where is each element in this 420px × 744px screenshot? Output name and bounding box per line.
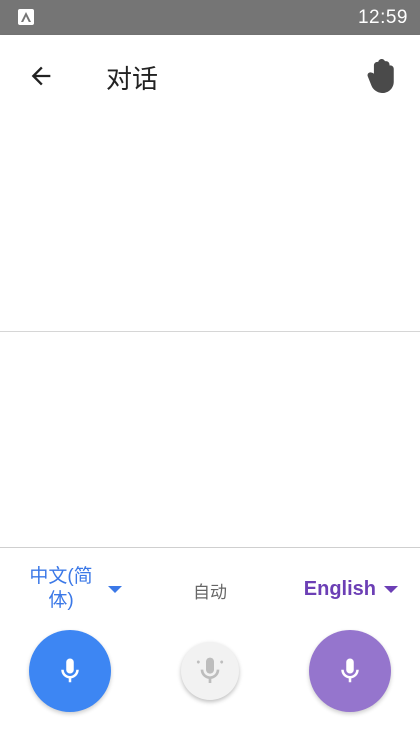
auto-label: 自动: [193, 583, 227, 602]
status-time: 12:59: [357, 7, 408, 28]
translation-panel-bottom: [0, 332, 420, 547]
conversation-controls: 中文(简体) 自动 English: [0, 548, 420, 744]
target-language-label: English: [303, 577, 376, 600]
hand-button[interactable]: [360, 55, 402, 97]
mic-icon: [61, 658, 79, 683]
target-mic-button[interactable]: [309, 630, 391, 712]
app-bar: 对话: [0, 35, 420, 117]
source-language-label: 中文(简体): [29, 566, 93, 611]
source-mic-button[interactable]: [29, 630, 111, 712]
dropdown-caret-icon: [384, 585, 398, 593]
translation-panel-top: [0, 117, 420, 331]
hand-icon: [367, 59, 394, 93]
back-button[interactable]: [22, 57, 60, 95]
auto-mic-icon: [196, 657, 224, 683]
dropdown-caret-icon: [108, 585, 122, 593]
launcher-a-icon: [18, 9, 34, 25]
arrow-left-icon: [31, 66, 51, 86]
mic-icon: [341, 658, 359, 683]
page-title: 对话: [106, 64, 159, 94]
source-language-selector[interactable]: 中文(简体): [20, 564, 132, 614]
status-bar: 12:59: [0, 0, 420, 35]
auto-mic-button[interactable]: [181, 642, 239, 700]
target-language-selector[interactable]: English: [304, 576, 398, 602]
